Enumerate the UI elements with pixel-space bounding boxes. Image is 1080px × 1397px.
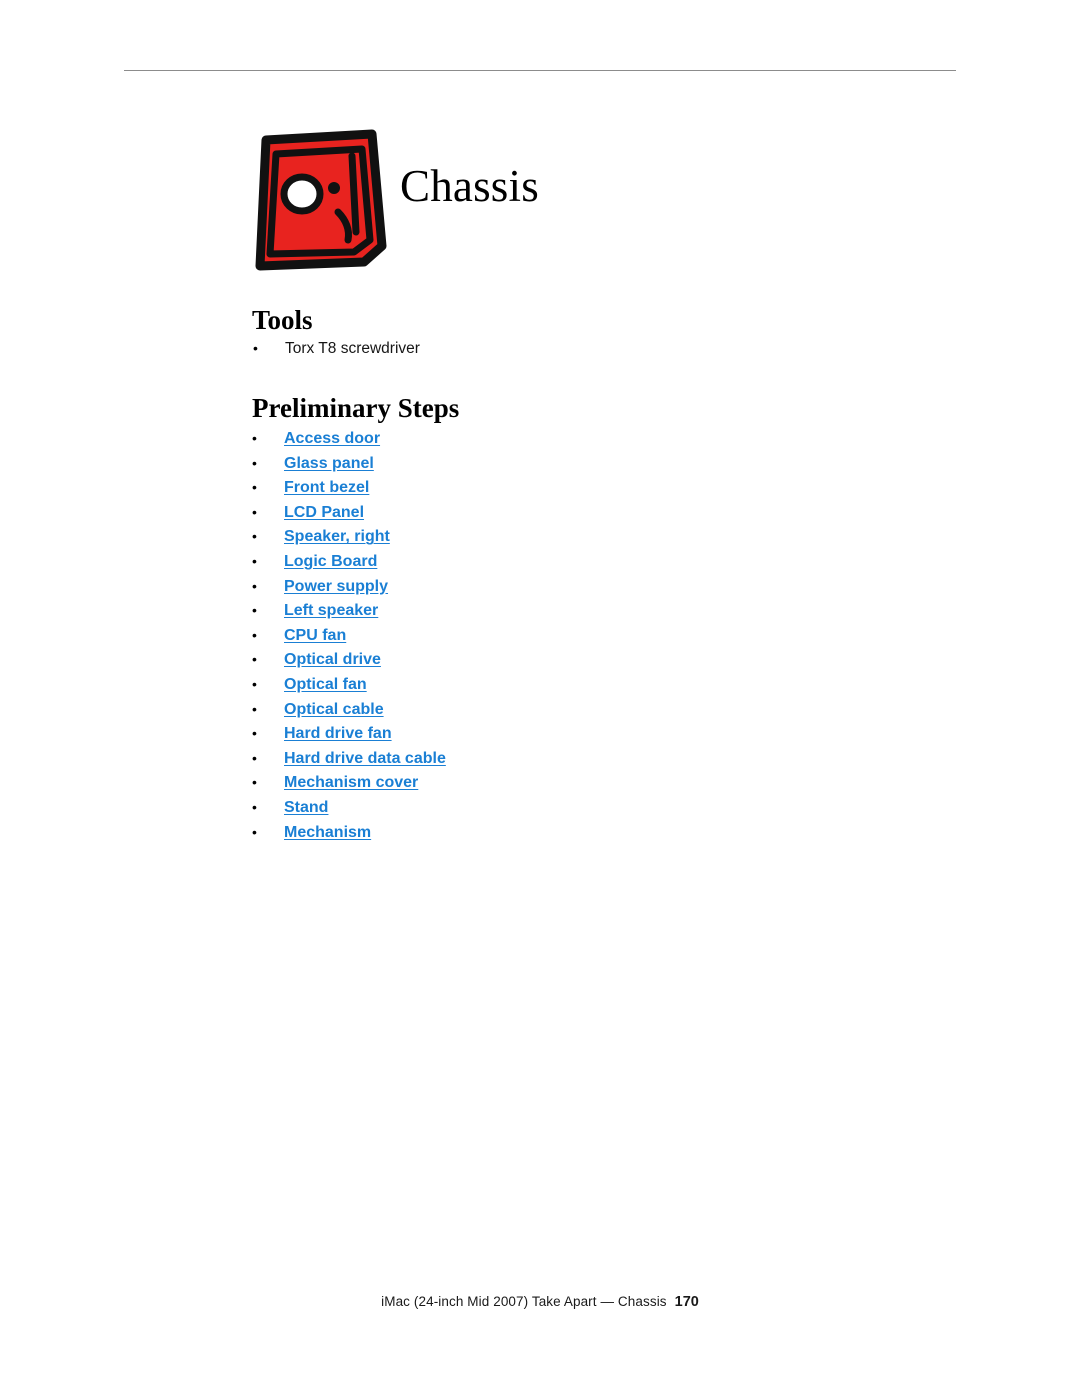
prelim-link-power-supply[interactable]: Power supply (284, 578, 388, 595)
list-item: • Hard drive data cable (252, 746, 872, 771)
list-item: • Front bezel (252, 475, 872, 500)
bullet-icon: • (252, 577, 257, 594)
list-item: • CPU fan (252, 623, 872, 648)
list-item: • Optical cable (252, 697, 872, 722)
prelim-link-access-door[interactable]: Access door (284, 430, 380, 447)
list-item: • Optical fan (252, 672, 872, 697)
list-item: • Optical drive (252, 647, 872, 672)
list-item: • Left speaker (252, 598, 872, 623)
list-item: • LCD Panel (252, 500, 872, 525)
bullet-icon: • (252, 700, 257, 717)
bullet-icon: • (252, 602, 257, 619)
bullet-icon: • (252, 479, 257, 496)
list-item: • Glass panel (252, 451, 872, 476)
prelim-link-mechanism-cover[interactable]: Mechanism cover (284, 774, 418, 791)
bullet-icon: • (252, 823, 257, 840)
bullet-icon: • (253, 340, 258, 356)
bullet-icon: • (252, 626, 257, 643)
prelim-link-hard-drive-fan[interactable]: Hard drive fan (284, 725, 392, 742)
prelim-link-mechanism[interactable]: Mechanism (284, 824, 371, 841)
prelim-link-optical-fan[interactable]: Optical fan (284, 676, 367, 693)
prelim-link-lcd-panel[interactable]: LCD Panel (284, 504, 364, 521)
chapter-title: Chassis (400, 161, 539, 211)
bullet-icon: • (252, 454, 257, 471)
chapter-header: Chassis (252, 128, 952, 273)
prelim-link-left-speaker[interactable]: Left speaker (284, 602, 378, 619)
bullet-icon: • (252, 675, 257, 692)
tool-item-label: Torx T8 screwdriver (285, 340, 420, 357)
list-item: • Power supply (252, 574, 872, 599)
bullet-icon: • (252, 528, 257, 545)
prelim-link-hard-drive-data-cable[interactable]: Hard drive data cable (284, 750, 446, 767)
header-rule (124, 70, 956, 71)
bullet-icon: • (252, 749, 257, 766)
prelim-link-stand[interactable]: Stand (284, 799, 328, 816)
list-item: • Access door (252, 426, 872, 451)
prelim-link-optical-drive[interactable]: Optical drive (284, 651, 381, 668)
preliminary-steps-heading: Preliminary Steps (252, 393, 460, 423)
preliminary-steps-list: • Access door • Glass panel • Front bezel •… (252, 426, 872, 844)
prelim-link-optical-cable[interactable]: Optical cable (284, 701, 384, 718)
bullet-icon: • (252, 552, 257, 569)
list-item: • Stand (252, 795, 872, 820)
bullet-icon: • (252, 725, 257, 742)
bullet-icon: • (252, 651, 257, 668)
chassis-icon (252, 128, 389, 271)
list-item: • Mechanism (252, 820, 872, 845)
prelim-link-logic-board[interactable]: Logic Board (284, 553, 377, 570)
tools-heading: Tools (252, 305, 313, 335)
prelim-link-front-bezel[interactable]: Front bezel (284, 479, 369, 496)
prelim-link-glass-panel[interactable]: Glass panel (284, 455, 380, 472)
prelim-link-speaker-right[interactable]: Speaker, right (284, 528, 390, 545)
list-item: • Hard drive fan (252, 721, 872, 746)
bullet-icon: • (252, 798, 257, 815)
list-item: • Mechanism cover (252, 770, 872, 795)
footer-label: iMac (24-inch Mid 2007) Take Apart — Cha… (381, 1294, 667, 1309)
list-item: • Torx T8 screwdriver (252, 336, 852, 361)
page-footer: iMac (24-inch Mid 2007) Take Apart — Cha… (0, 1294, 1080, 1310)
bullet-icon: • (252, 430, 257, 446)
page: Chassis Tools • Torx T8 screwdriver Preli… (0, 0, 1080, 1397)
prelim-link-cpu-fan[interactable]: CPU fan (284, 627, 346, 644)
bullet-icon: • (252, 774, 257, 791)
page-number: 170 (674, 1294, 699, 1310)
list-item: • Logic Board (252, 549, 872, 574)
tools-list: • Torx T8 screwdriver (252, 336, 852, 361)
bullet-icon: • (252, 503, 257, 520)
list-item: • Speaker, right (252, 524, 872, 549)
